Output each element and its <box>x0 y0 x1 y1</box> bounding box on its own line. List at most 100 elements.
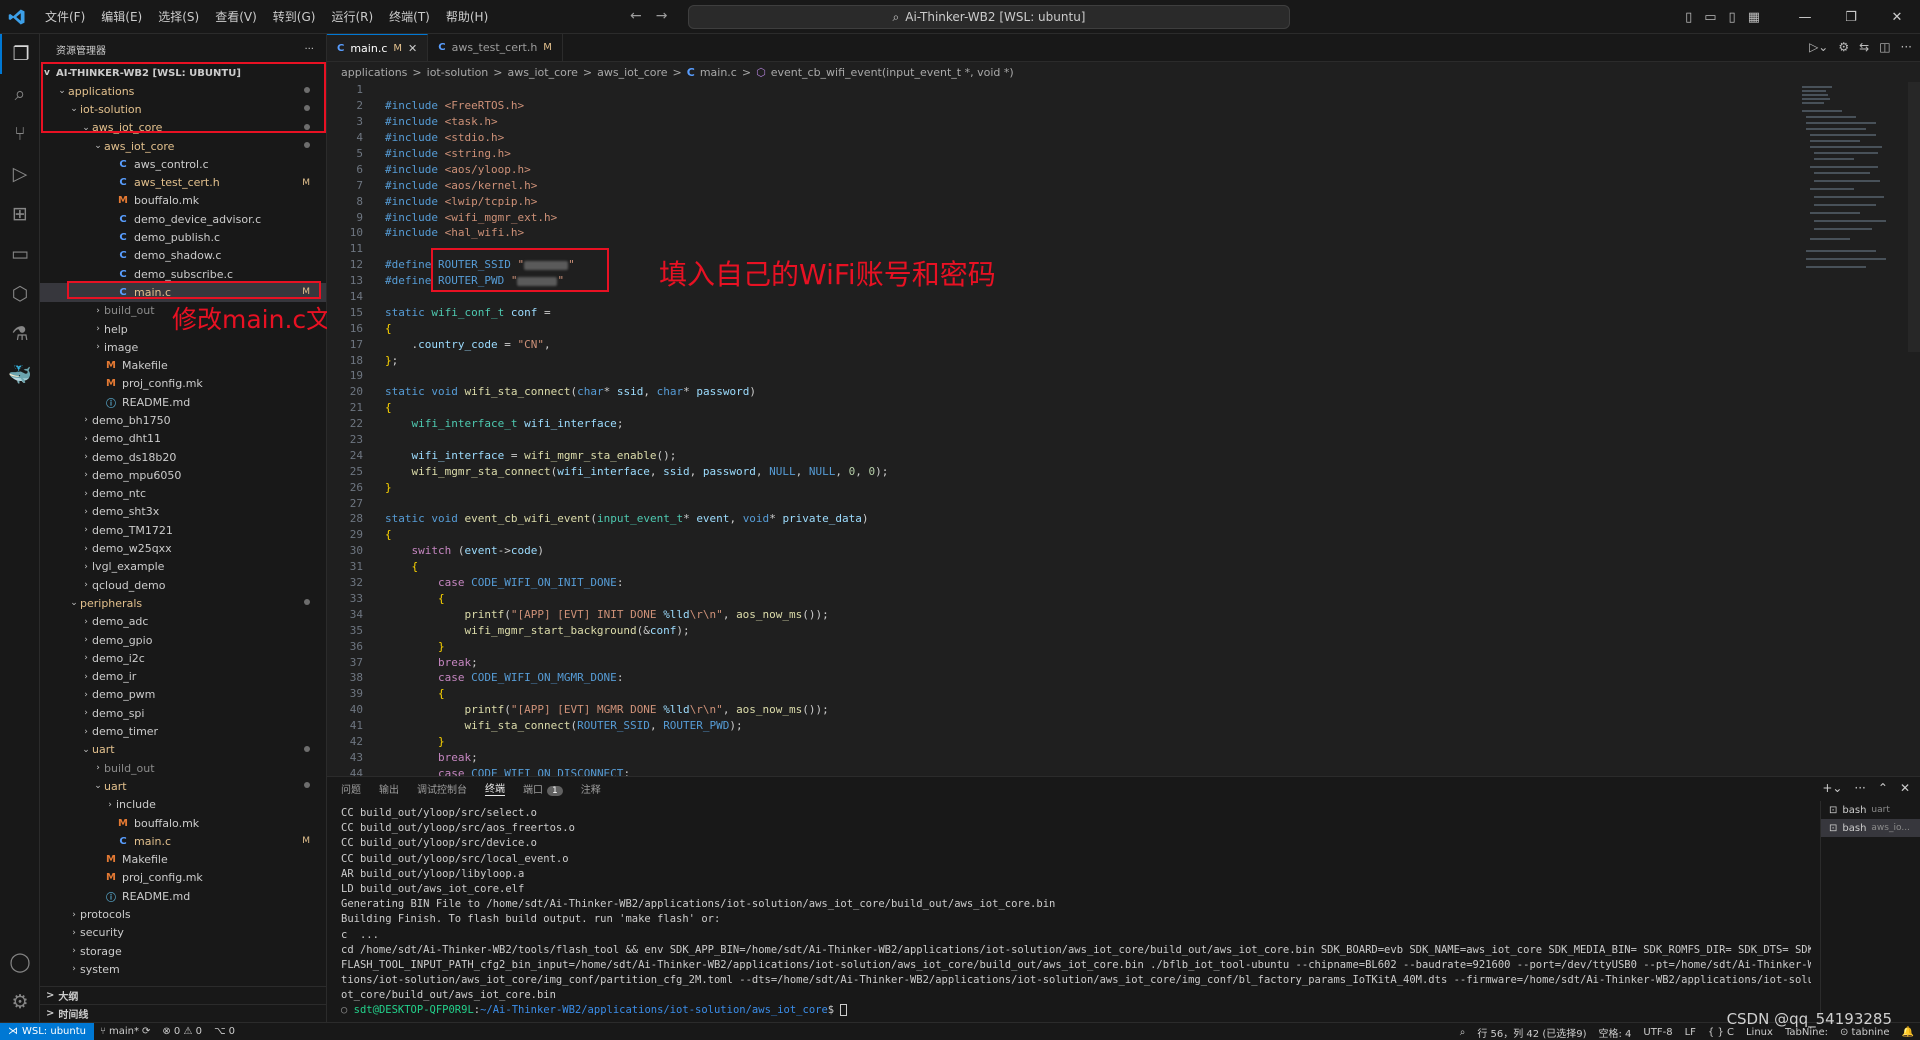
source-control-icon[interactable]: ⑂ <box>0 114 40 154</box>
code-line[interactable]: 43 break; <box>327 749 1777 765</box>
bell-icon[interactable]: 🔔 <box>1896 1027 1920 1038</box>
run-debug-icon[interactable]: ▷ <box>0 154 40 194</box>
toggle-secondary-icon[interactable]: ▯ <box>1729 10 1736 25</box>
tree-folder[interactable]: › demo_adc <box>40 613 326 631</box>
code-line[interactable]: 33 { <box>327 591 1777 607</box>
code-line[interactable]: 27 <box>327 495 1777 511</box>
code-line[interactable]: 30 switch (event->code) <box>327 543 1777 559</box>
code-line[interactable]: 12 #define ROUTER_SSID " " <box>327 257 1777 273</box>
tree-folder[interactable]: ⌄ aws_iot_core <box>40 137 326 155</box>
tab-aws-test-cert[interactable]: C aws_test_cert.h M <box>428 34 563 61</box>
tab-output[interactable]: 输出 <box>379 781 399 796</box>
code-line[interactable]: 15 static wifi_conf_t conf = <box>327 304 1777 320</box>
minimap[interactable] <box>1798 82 1908 302</box>
menu-edit[interactable]: 编辑(E) <box>94 4 149 29</box>
code-line[interactable]: 17 .country_code = "CN", <box>327 336 1777 352</box>
tree-folder[interactable]: › demo_spi <box>40 704 326 722</box>
code-line[interactable]: 2 #include <FreeRTOS.h> <box>327 98 1777 114</box>
maximize-panel-icon[interactable]: ⌃ <box>1878 781 1888 795</box>
tree-folder[interactable]: › lvgl_example <box>40 558 326 576</box>
code-line[interactable]: 24 wifi_interface = wifi_mgmr_sta_enable… <box>327 447 1777 463</box>
terminal-output[interactable]: CC build_out/yloop/src/select.o CC build_… <box>341 807 1811 1020</box>
code-line[interactable]: 16 { <box>327 320 1777 336</box>
search-view-icon[interactable]: ⌕ <box>0 74 40 114</box>
more-actions-icon[interactable]: ··· <box>304 44 314 55</box>
code-line[interactable]: 19 <box>327 368 1777 384</box>
restore-icon[interactable]: ❐ <box>1828 0 1874 34</box>
menu-terminal[interactable]: 终端(T) <box>382 4 437 29</box>
code-line[interactable]: 10 #include <hal_wifi.h> <box>327 225 1777 241</box>
code-line[interactable]: 8 #include <lwip/tcpip.h> <box>327 193 1777 209</box>
compare-icon[interactable]: ⇆ <box>1859 40 1869 54</box>
cube-icon[interactable]: ⬡ <box>0 274 40 314</box>
terminal-prompt[interactable]: ○ sdt@DESKTOP-QFP0R9L:~/Ai-Thinker-WB2/a… <box>341 1004 1811 1019</box>
tree-file[interactable]: Mbouffalo.mk <box>40 192 326 210</box>
code-line[interactable]: 31 { <box>327 559 1777 575</box>
tree-folder[interactable]: › protocols <box>40 905 326 923</box>
tab-problems[interactable]: 问题 <box>341 781 361 796</box>
layout-icon[interactable]: ▦ <box>1748 10 1760 25</box>
timeline-section[interactable]: > 时间线 <box>40 1004 326 1022</box>
code-line[interactable]: 22 wifi_interface_t wifi_interface; <box>327 416 1777 432</box>
tree-folder[interactable]: ⌄ peripherals <box>40 594 326 612</box>
tree-file[interactable]: Cdemo_device_advisor.c <box>40 210 326 228</box>
command-center[interactable]: ⌕ Ai-Thinker-WB2 [WSL: ubuntu] <box>688 5 1290 29</box>
breadcrumb-item[interactable]: event_cb_wifi_event(input_event_t *, voi… <box>771 66 1014 79</box>
code-line[interactable]: 13 #define ROUTER_PWD " " <box>327 273 1777 289</box>
tree-file[interactable]: Mbouffalo.mk <box>40 814 326 832</box>
tree-file[interactable]: Cdemo_shadow.c <box>40 247 326 265</box>
tree-folder[interactable]: › build_out <box>40 759 326 777</box>
toggle-sidebar-icon[interactable]: ▯ <box>1685 10 1692 25</box>
tree-folder[interactable]: › demo_TM1721 <box>40 521 326 539</box>
back-icon[interactable]: ← <box>630 8 642 24</box>
tree-folder[interactable]: › demo_gpio <box>40 631 326 649</box>
tree-folder[interactable]: › demo_dht11 <box>40 430 326 448</box>
menu-selection[interactable]: 选择(S) <box>151 4 206 29</box>
menu-file[interactable]: 文件(F) <box>38 4 92 29</box>
code-line[interactable]: 32 case CODE_WIFI_ON_INIT_DONE: <box>327 575 1777 591</box>
problems-indicator[interactable]: ⊗ 0 ⚠ 0 <box>156 1026 208 1037</box>
terminal-item[interactable]: ⊡ bash aws_io... <box>1821 819 1920 837</box>
tree-file[interactable]: Cdemo_publish.c <box>40 228 326 246</box>
more-actions-icon[interactable]: ··· <box>1901 40 1912 54</box>
tree-folder[interactable]: ⌄ iot-solution <box>40 100 326 118</box>
close-panel-icon[interactable]: ✕ <box>1900 781 1910 795</box>
code-line[interactable]: 18}; <box>327 352 1777 368</box>
code-line[interactable]: 34 printf("[APP] [EVT] INIT DONE %lld\r\… <box>327 606 1777 622</box>
testing-icon[interactable]: ⚗ <box>0 314 40 354</box>
gear-icon[interactable]: ⚙ <box>0 982 40 1022</box>
breadcrumb-item[interactable]: aws_iot_core <box>508 66 578 79</box>
menu-go[interactable]: 转到(G) <box>266 4 323 29</box>
code-line[interactable]: 23 <box>327 432 1777 448</box>
tree-folder[interactable]: › demo_i2c <box>40 649 326 667</box>
tree-folder[interactable]: › qcloud_demo <box>40 576 326 594</box>
tree-folder[interactable]: › storage <box>40 942 326 960</box>
tree-folder[interactable]: › demo_ds18b20 <box>40 448 326 466</box>
tabnine-status[interactable]: ⊙ tabnine <box>1834 1027 1896 1038</box>
breadcrumb-item[interactable]: main.c <box>700 66 737 79</box>
tree-file[interactable]: M Makefile <box>40 356 326 374</box>
editor-scrollbar[interactable] <box>1908 82 1920 352</box>
tree-folder[interactable]: › demo_timer <box>40 722 326 740</box>
code-editor[interactable]: 1 2 #include <FreeRTOS.h> 3 #include <task.h… <box>327 82 1777 779</box>
extensions-icon[interactable]: ⊞ <box>0 194 40 234</box>
encoding[interactable]: UTF-8 <box>1637 1027 1678 1038</box>
tree-folder[interactable]: › demo_bh1750 <box>40 411 326 429</box>
breadcrumb-item[interactable]: applications <box>341 66 407 79</box>
tree-file[interactable]: Caws_control.c <box>40 155 326 173</box>
tree-folder[interactable]: ⌄ aws_iot_core <box>40 119 326 137</box>
tree-folder[interactable]: › system <box>40 960 326 978</box>
end-of-line[interactable]: LF <box>1679 1027 1702 1038</box>
code-line[interactable]: 35 wifi_mgmr_start_background(&conf); <box>327 622 1777 638</box>
code-line[interactable]: 14 <box>327 289 1777 305</box>
explorer-icon[interactable]: ❐ <box>0 34 40 74</box>
code-line[interactable]: 20 static void wifi_sta_connect(char* ssi… <box>327 384 1777 400</box>
tree-folder[interactable]: › include <box>40 796 326 814</box>
code-line[interactable]: 11 <box>327 241 1777 257</box>
zoom-icon[interactable]: ⌕ <box>1454 1027 1472 1038</box>
menu-run[interactable]: 运行(R) <box>324 4 380 29</box>
tree-file[interactable]: Mproj_config.mk <box>40 869 326 887</box>
code-line[interactable]: 36 } <box>327 638 1777 654</box>
code-line[interactable]: 4 #include <stdio.h> <box>327 130 1777 146</box>
account-icon[interactable]: ◯ <box>0 942 40 982</box>
